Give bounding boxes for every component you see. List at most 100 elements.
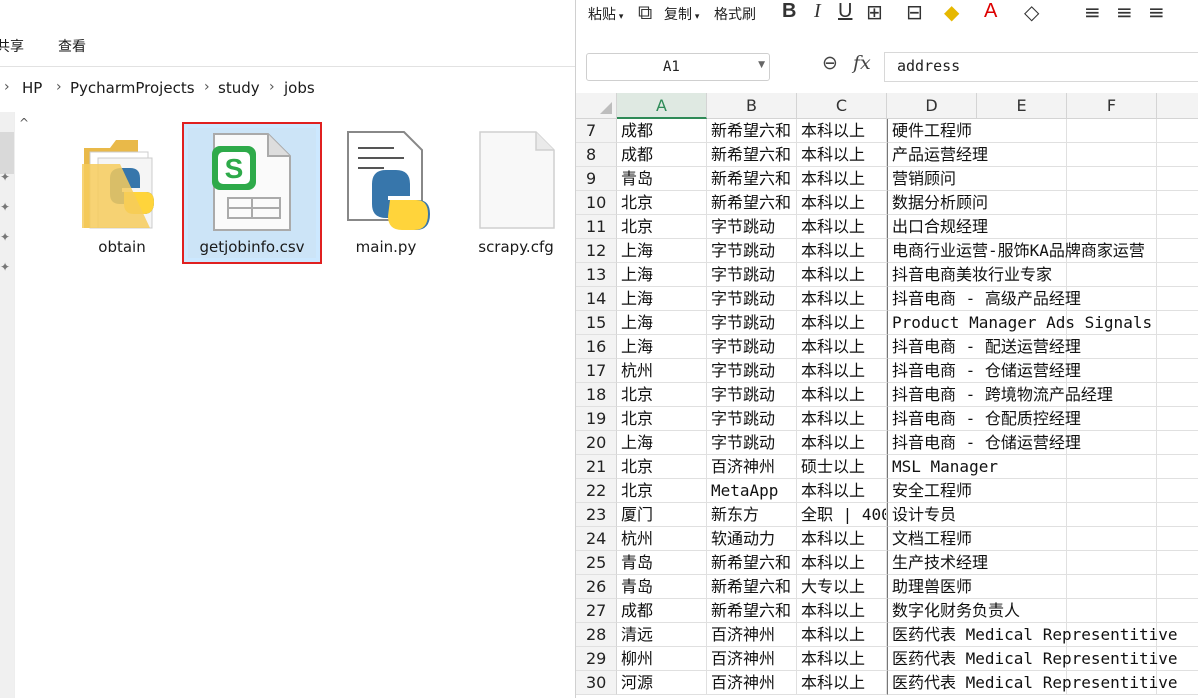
cell-d[interactable]: 数字化财务负责人 xyxy=(887,599,1020,623)
cell-c[interactable]: 大专以上 xyxy=(797,575,887,599)
empty-cell[interactable] xyxy=(1157,527,1198,551)
cell-d[interactable]: 硬件工程师 xyxy=(887,119,977,143)
cell-a[interactable]: 北京 xyxy=(617,215,707,239)
file-item-scrapy-cfg[interactable]: scrapy.cfg xyxy=(446,122,586,262)
cell-c[interactable]: 本科以上 xyxy=(797,551,887,575)
table-row[interactable]: 19 北京 字节跳动 本科以上 抖音电商 - 仓配质控经理 xyxy=(576,407,1198,431)
cell-d[interactable]: 数据分析顾问 xyxy=(887,191,988,215)
cell-b[interactable]: 新希望六和 xyxy=(707,599,797,623)
file-item-main-py[interactable]: main.py xyxy=(316,122,456,262)
cell-b[interactable]: 新希望六和 xyxy=(707,551,797,575)
scroll-up-icon[interactable]: ^ xyxy=(19,116,29,130)
cell-c[interactable]: 本科以上 xyxy=(797,407,887,431)
cell-c[interactable]: 本科以上 xyxy=(797,263,887,287)
breadcrumb-hp[interactable]: HP xyxy=(22,79,42,97)
cell-c[interactable]: 本科以上 xyxy=(797,359,887,383)
empty-cell[interactable] xyxy=(1067,119,1157,143)
row-number[interactable]: 8 xyxy=(576,143,617,167)
column-header-g[interactable] xyxy=(1157,93,1198,119)
cell-a[interactable]: 青岛 xyxy=(617,167,707,191)
cell-c[interactable]: 本科以上 xyxy=(797,647,887,671)
cell-b[interactable]: 字节跳动 xyxy=(707,407,797,431)
empty-cell[interactable] xyxy=(1067,263,1157,287)
column-header-b[interactable]: B xyxy=(707,93,797,119)
empty-cell[interactable] xyxy=(1157,191,1198,215)
cell-d[interactable]: 生产技术经理 xyxy=(887,551,988,575)
cell-a[interactable]: 柳州 xyxy=(617,647,707,671)
row-number[interactable]: 20 xyxy=(576,431,617,455)
table-row[interactable]: 27 成都 新希望六和 本科以上 数字化财务负责人 xyxy=(576,599,1198,623)
cell-b[interactable]: 字节跳动 xyxy=(707,335,797,359)
pin-icon[interactable]: ✦ xyxy=(0,170,10,184)
empty-cell[interactable] xyxy=(977,575,1067,599)
empty-cell[interactable] xyxy=(1067,215,1157,239)
underline-icon[interactable]: U xyxy=(838,0,852,23)
empty-cell[interactable] xyxy=(1157,407,1198,431)
font-color-icon[interactable]: A xyxy=(984,0,997,23)
row-number[interactable]: 16 xyxy=(576,335,617,359)
column-header-a[interactable]: A xyxy=(617,93,707,119)
cell-d[interactable]: 文档工程师 xyxy=(887,527,977,551)
cell-d[interactable]: 医药代表 Medical Representitive xyxy=(887,647,1178,671)
cell-d[interactable]: 产品运营经理 xyxy=(887,143,988,167)
empty-cell[interactable] xyxy=(1067,527,1157,551)
table-row[interactable]: 9 青岛 新希望六和 本科以上 营销顾问 xyxy=(576,167,1198,191)
zoom-search-icon[interactable]: ⊖ xyxy=(822,52,838,74)
breadcrumb-pycharmprojects[interactable]: PycharmProjects xyxy=(70,79,195,97)
empty-cell[interactable] xyxy=(1157,119,1198,143)
cell-b[interactable]: 字节跳动 xyxy=(707,215,797,239)
cell-d[interactable]: 抖音电商 - 仓配质控经理 xyxy=(887,407,1081,431)
cell-c[interactable]: 本科以上 xyxy=(797,143,887,167)
tab-view[interactable]: 查看 xyxy=(58,36,86,56)
cell-c[interactable]: 本科以上 xyxy=(797,479,887,503)
breadcrumb[interactable]: › HP › PycharmProjects › study › jobs xyxy=(0,73,575,103)
cell-a[interactable]: 北京 xyxy=(617,407,707,431)
cell-a[interactable]: 上海 xyxy=(617,431,707,455)
empty-cell[interactable] xyxy=(1157,503,1198,527)
cell-d[interactable]: 抖音电商 - 仓储运营经理 xyxy=(887,431,1081,455)
cell-a[interactable]: 青岛 xyxy=(617,575,707,599)
pin-icon[interactable]: ✦ xyxy=(0,200,10,214)
empty-cell[interactable] xyxy=(1157,359,1198,383)
italic-icon[interactable]: I xyxy=(814,0,821,23)
empty-cell[interactable] xyxy=(977,167,1067,191)
cell-c[interactable]: 本科以上 xyxy=(797,527,887,551)
cell-a[interactable]: 上海 xyxy=(617,335,707,359)
cell-c[interactable]: 全职 | 400 xyxy=(797,503,887,527)
empty-cell[interactable] xyxy=(1067,551,1157,575)
empty-cell[interactable] xyxy=(1067,455,1157,479)
cell-c[interactable]: 本科以上 xyxy=(797,311,887,335)
row-number[interactable]: 14 xyxy=(576,287,617,311)
cell-a[interactable]: 清远 xyxy=(617,623,707,647)
row-number[interactable]: 27 xyxy=(576,599,617,623)
row-number[interactable]: 29 xyxy=(576,647,617,671)
table-row[interactable]: 21 北京 百济神州 硕士以上 MSL Manager xyxy=(576,455,1198,479)
empty-cell[interactable] xyxy=(1157,431,1198,455)
empty-cell[interactable] xyxy=(1157,455,1198,479)
cell-b[interactable]: 软通动力 xyxy=(707,527,797,551)
table-row[interactable]: 25 青岛 新希望六和 本科以上 生产技术经理 xyxy=(576,551,1198,575)
cell-b[interactable]: 百济神州 xyxy=(707,455,797,479)
cell-c[interactable]: 本科以上 xyxy=(797,623,887,647)
row-number[interactable]: 15 xyxy=(576,311,617,335)
table-row[interactable]: 17 杭州 字节跳动 本科以上 抖音电商 - 仓储运营经理 xyxy=(576,359,1198,383)
row-number[interactable]: 19 xyxy=(576,407,617,431)
cell-b[interactable]: 新希望六和 xyxy=(707,167,797,191)
empty-cell[interactable] xyxy=(977,479,1067,503)
cell-a[interactable]: 北京 xyxy=(617,191,707,215)
align-left-icon[interactable]: ≡ xyxy=(1084,0,1101,24)
cell-b[interactable]: 字节跳动 xyxy=(707,287,797,311)
cell-a[interactable]: 厦门 xyxy=(617,503,707,527)
pin-icon[interactable]: ✦ xyxy=(0,230,10,244)
cell-c[interactable]: 本科以上 xyxy=(797,671,887,695)
cell-d[interactable]: 医药代表 Medical Representitive xyxy=(887,671,1178,695)
fx-icon[interactable]: fx xyxy=(853,52,871,74)
cell-d[interactable]: Product Manager Ads Signals xyxy=(887,311,1152,335)
empty-cell[interactable] xyxy=(1067,191,1157,215)
cell-b[interactable]: 百济神州 xyxy=(707,623,797,647)
pin-icon[interactable]: ✦ xyxy=(0,260,10,274)
cell-a[interactable]: 青岛 xyxy=(617,551,707,575)
merge-cells-icon[interactable]: ⊟ xyxy=(906,0,923,24)
cell-a[interactable]: 上海 xyxy=(617,311,707,335)
cell-d[interactable]: 助理兽医师 xyxy=(887,575,977,599)
